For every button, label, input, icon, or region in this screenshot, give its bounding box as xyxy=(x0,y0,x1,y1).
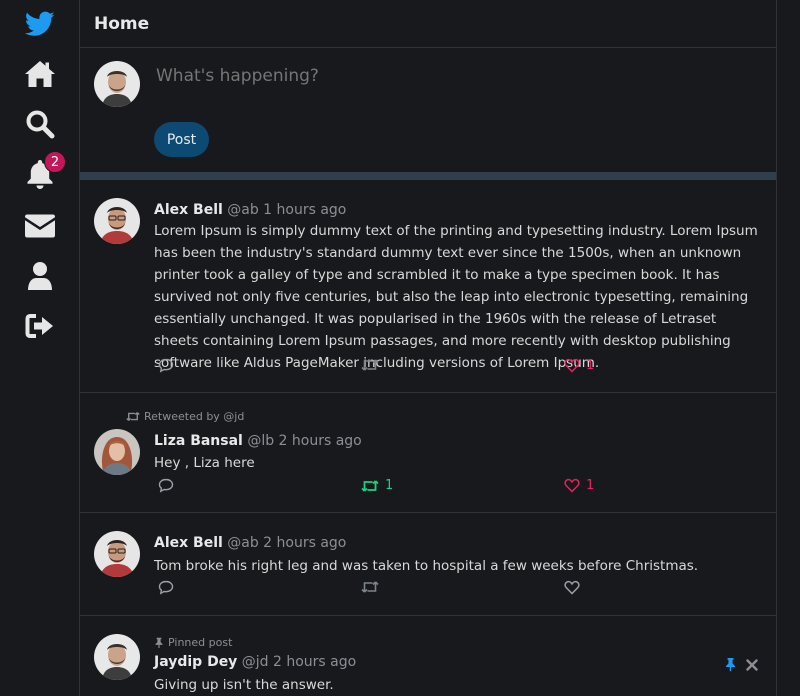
tweet-header: Jaydip Dey @jd 2 hours ago xyxy=(154,654,356,670)
tweet-item[interactable]: Pinned post Jaydip Dey @jd 2 hours ago G… xyxy=(80,616,776,696)
author-meta: @ab 1 hours ago xyxy=(227,202,347,218)
tweet-header: Alex Bell @ab 2 hours ago xyxy=(154,535,346,551)
retweet-icon xyxy=(361,479,379,492)
retweet-icon xyxy=(126,412,140,421)
tweet-avatar[interactable] xyxy=(94,429,140,475)
search-icon[interactable] xyxy=(24,108,56,140)
like-count: 1 xyxy=(586,478,595,493)
like-count: 1 xyxy=(586,358,595,373)
tweet-header: Liza Bansal @lb 2 hours ago xyxy=(154,433,362,449)
heart-icon xyxy=(564,478,580,493)
tweet-actions: 1 1 xyxy=(158,478,598,496)
pin-icon xyxy=(726,658,735,671)
notification-badge: 2 xyxy=(44,151,66,173)
author-name[interactable]: Alex Bell xyxy=(154,535,223,551)
author-name[interactable]: Alex Bell xyxy=(154,202,223,218)
author-meta: @jd 2 hours ago xyxy=(241,654,357,670)
tweet-avatar[interactable] xyxy=(94,531,140,577)
like-button[interactable] xyxy=(564,580,586,595)
main-feed: Home Post Alex Bell @ab 1 hours ago Lore… xyxy=(79,0,777,696)
retweet-context-label: Retweeted by @jd xyxy=(144,410,245,423)
reply-button[interactable] xyxy=(158,580,174,595)
tweet-item[interactable]: Retweeted by @jd Liza Bansal @lb 2 hours… xyxy=(80,393,776,513)
retweet-button[interactable] xyxy=(361,580,385,594)
author-meta: @ab 2 hours ago xyxy=(227,535,347,551)
close-icon xyxy=(746,659,758,671)
mail-icon[interactable] xyxy=(24,210,56,242)
composer-avatar[interactable] xyxy=(94,61,140,107)
section-divider xyxy=(80,172,776,180)
tweet-avatar[interactable] xyxy=(94,634,140,680)
compose-input[interactable] xyxy=(156,66,716,86)
post-button[interactable]: Post xyxy=(154,122,209,157)
like-button[interactable]: 1 xyxy=(564,358,594,373)
author-name[interactable]: Jaydip Dey xyxy=(154,654,237,670)
author-meta: @lb 2 hours ago xyxy=(247,433,362,449)
sidebar: 2 xyxy=(0,0,80,696)
retweet-count: 1 xyxy=(385,478,394,493)
reply-button[interactable] xyxy=(158,478,174,493)
retweet-icon xyxy=(361,581,379,593)
retweet-button[interactable]: 1 xyxy=(361,478,393,493)
pin-icon xyxy=(155,637,163,648)
reply-button[interactable] xyxy=(158,358,174,373)
pin-toggle-button[interactable] xyxy=(724,656,737,675)
tweet-text: Hey , Liza here xyxy=(154,455,255,471)
home-icon[interactable] xyxy=(24,58,56,90)
tweet-item[interactable]: Alex Bell @ab 1 hours ago Lorem Ipsum is… xyxy=(80,180,776,393)
tweet-text: Lorem Ipsum is simply dummy text of the … xyxy=(154,223,758,371)
tweet-actions xyxy=(158,580,598,598)
tweet-item[interactable]: Alex Bell @ab 2 hours ago Tom broke his … xyxy=(80,513,776,616)
pinned-context: Pinned post xyxy=(154,636,232,649)
page-header: Home xyxy=(80,0,776,48)
author-name[interactable]: Liza Bansal xyxy=(154,433,243,449)
retweet-icon xyxy=(361,359,379,371)
pinned-label: Pinned post xyxy=(168,636,233,649)
retweet-button[interactable] xyxy=(361,358,385,372)
tweet-text: Tom broke his right leg and was taken to… xyxy=(154,558,699,574)
logout-icon[interactable] xyxy=(24,310,56,342)
twitter-bird-icon[interactable] xyxy=(24,8,56,40)
heart-icon xyxy=(564,580,580,595)
comment-icon xyxy=(158,478,174,493)
page-title: Home xyxy=(94,14,150,34)
tweet-header: Alex Bell @ab 1 hours ago xyxy=(154,202,346,218)
tweet-avatar[interactable] xyxy=(94,198,140,244)
retweet-context: Retweeted by @jd xyxy=(126,410,244,423)
comment-icon xyxy=(158,358,174,373)
heart-icon xyxy=(564,358,580,373)
tweet-actions: 1 xyxy=(158,358,598,376)
user-icon[interactable] xyxy=(24,260,56,292)
like-button[interactable]: 1 xyxy=(564,478,594,493)
comment-icon xyxy=(158,580,174,595)
tweet-text: Giving up isn't the answer. xyxy=(154,677,334,693)
unpin-close-button[interactable] xyxy=(746,656,758,675)
